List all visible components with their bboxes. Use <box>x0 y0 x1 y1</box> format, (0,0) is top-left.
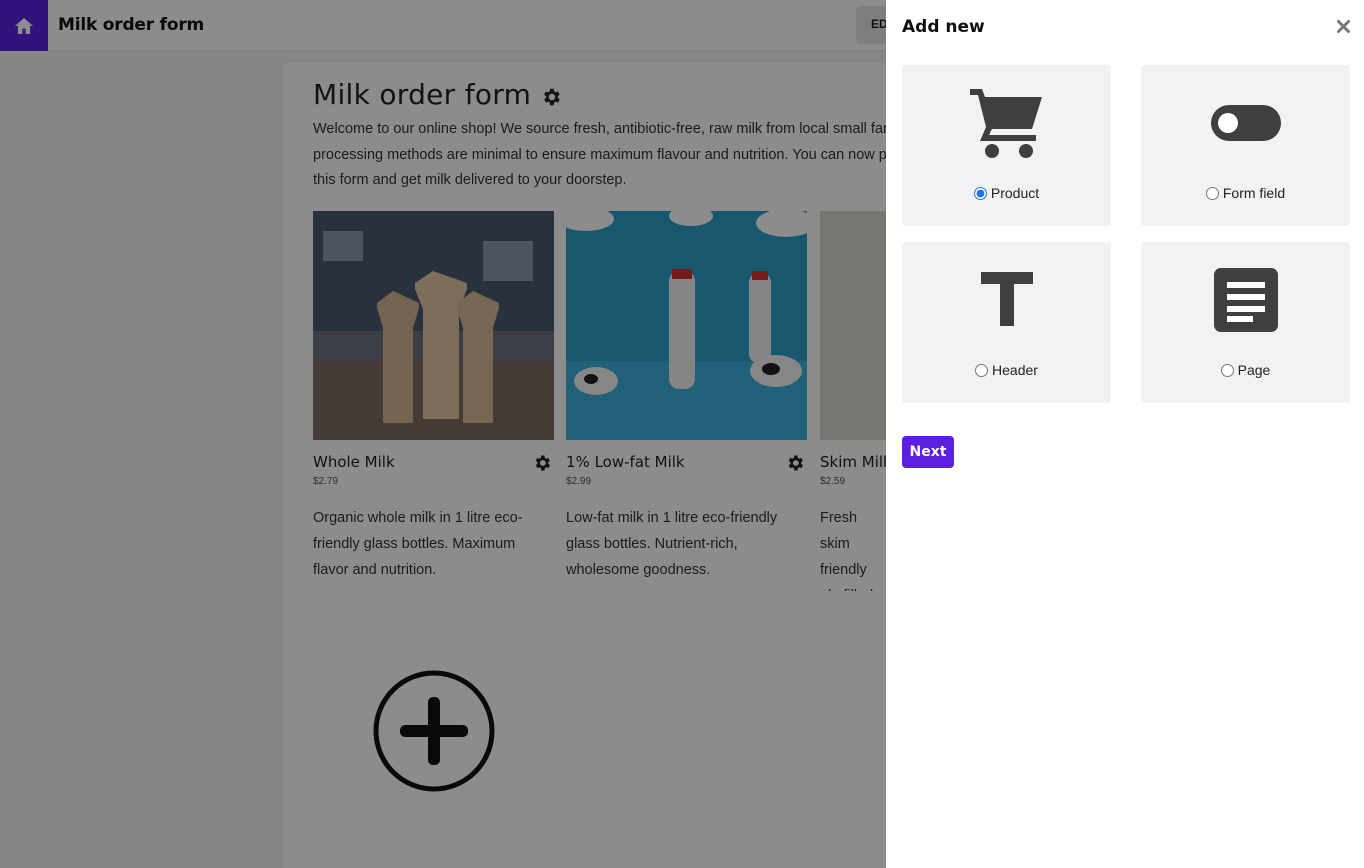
option-label: Product <box>990 185 1040 201</box>
radio-header[interactable] <box>975 363 989 377</box>
close-icon <box>1336 19 1350 33</box>
toggle-icon <box>1210 105 1281 141</box>
radio-form-field[interactable] <box>1205 186 1219 200</box>
option-form-field[interactable]: Form field <box>1141 65 1350 226</box>
panel-title: Add new <box>902 17 985 37</box>
cart-icon <box>969 89 1042 158</box>
radio-product[interactable] <box>973 186 987 200</box>
text-icon <box>980 272 1033 326</box>
option-page[interactable]: Page <box>1141 242 1350 403</box>
option-header[interactable]: Header <box>902 242 1111 403</box>
radio-page[interactable] <box>1220 363 1234 377</box>
option-label: Page <box>1237 362 1271 378</box>
option-label: Header <box>992 362 1038 378</box>
page-icon <box>1213 268 1278 332</box>
option-label: Form field <box>1222 185 1286 201</box>
close-button[interactable] <box>1334 17 1352 35</box>
add-new-panel: Add new Product Form field Header Page N… <box>886 0 1364 868</box>
option-product[interactable]: Product <box>902 65 1111 226</box>
next-button[interactable]: Next <box>902 436 954 468</box>
